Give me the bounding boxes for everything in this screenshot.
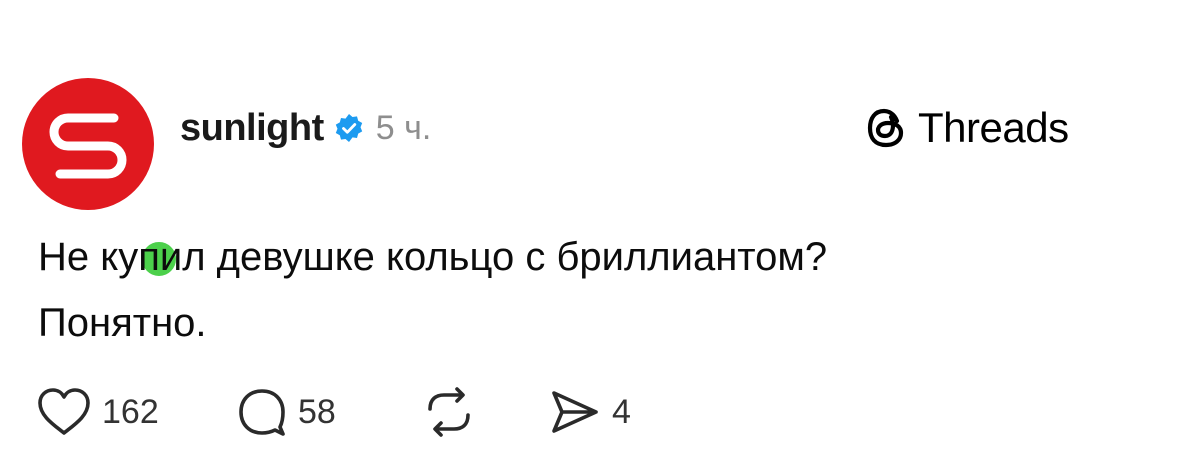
post-actions: 162 58 4	[36, 386, 631, 438]
post-time: 5 ч.	[375, 108, 432, 147]
heart-icon	[36, 387, 92, 437]
threads-brand: Threads	[864, 103, 1069, 153]
comment-bubble-icon	[236, 387, 288, 437]
like-count: 162	[102, 392, 159, 431]
comment-button[interactable]: 58	[236, 387, 422, 437]
post-text-line: Не купил девушке кольцо с бриллиантом?	[38, 235, 828, 279]
verified-badge-icon	[334, 113, 364, 143]
post-text-line: Понятно.	[38, 301, 207, 345]
username[interactable]: sunlight	[180, 107, 324, 150]
post-header: sunlight 5 ч.	[180, 104, 431, 152]
like-button[interactable]: 162	[36, 387, 236, 437]
repost-icon	[422, 387, 476, 437]
post-text: Не купил девушке кольцо с бриллиантом? П…	[38, 224, 1138, 356]
repost-button[interactable]	[422, 387, 546, 437]
share-count: 4	[612, 392, 631, 431]
send-icon	[546, 387, 602, 437]
sunlight-logo-icon	[49, 113, 127, 179]
share-button[interactable]: 4	[546, 387, 631, 437]
comment-count: 58	[298, 392, 336, 431]
threads-wordmark: Threads	[918, 104, 1069, 151]
threads-logo-icon	[864, 105, 910, 151]
avatar[interactable]	[22, 78, 180, 280]
